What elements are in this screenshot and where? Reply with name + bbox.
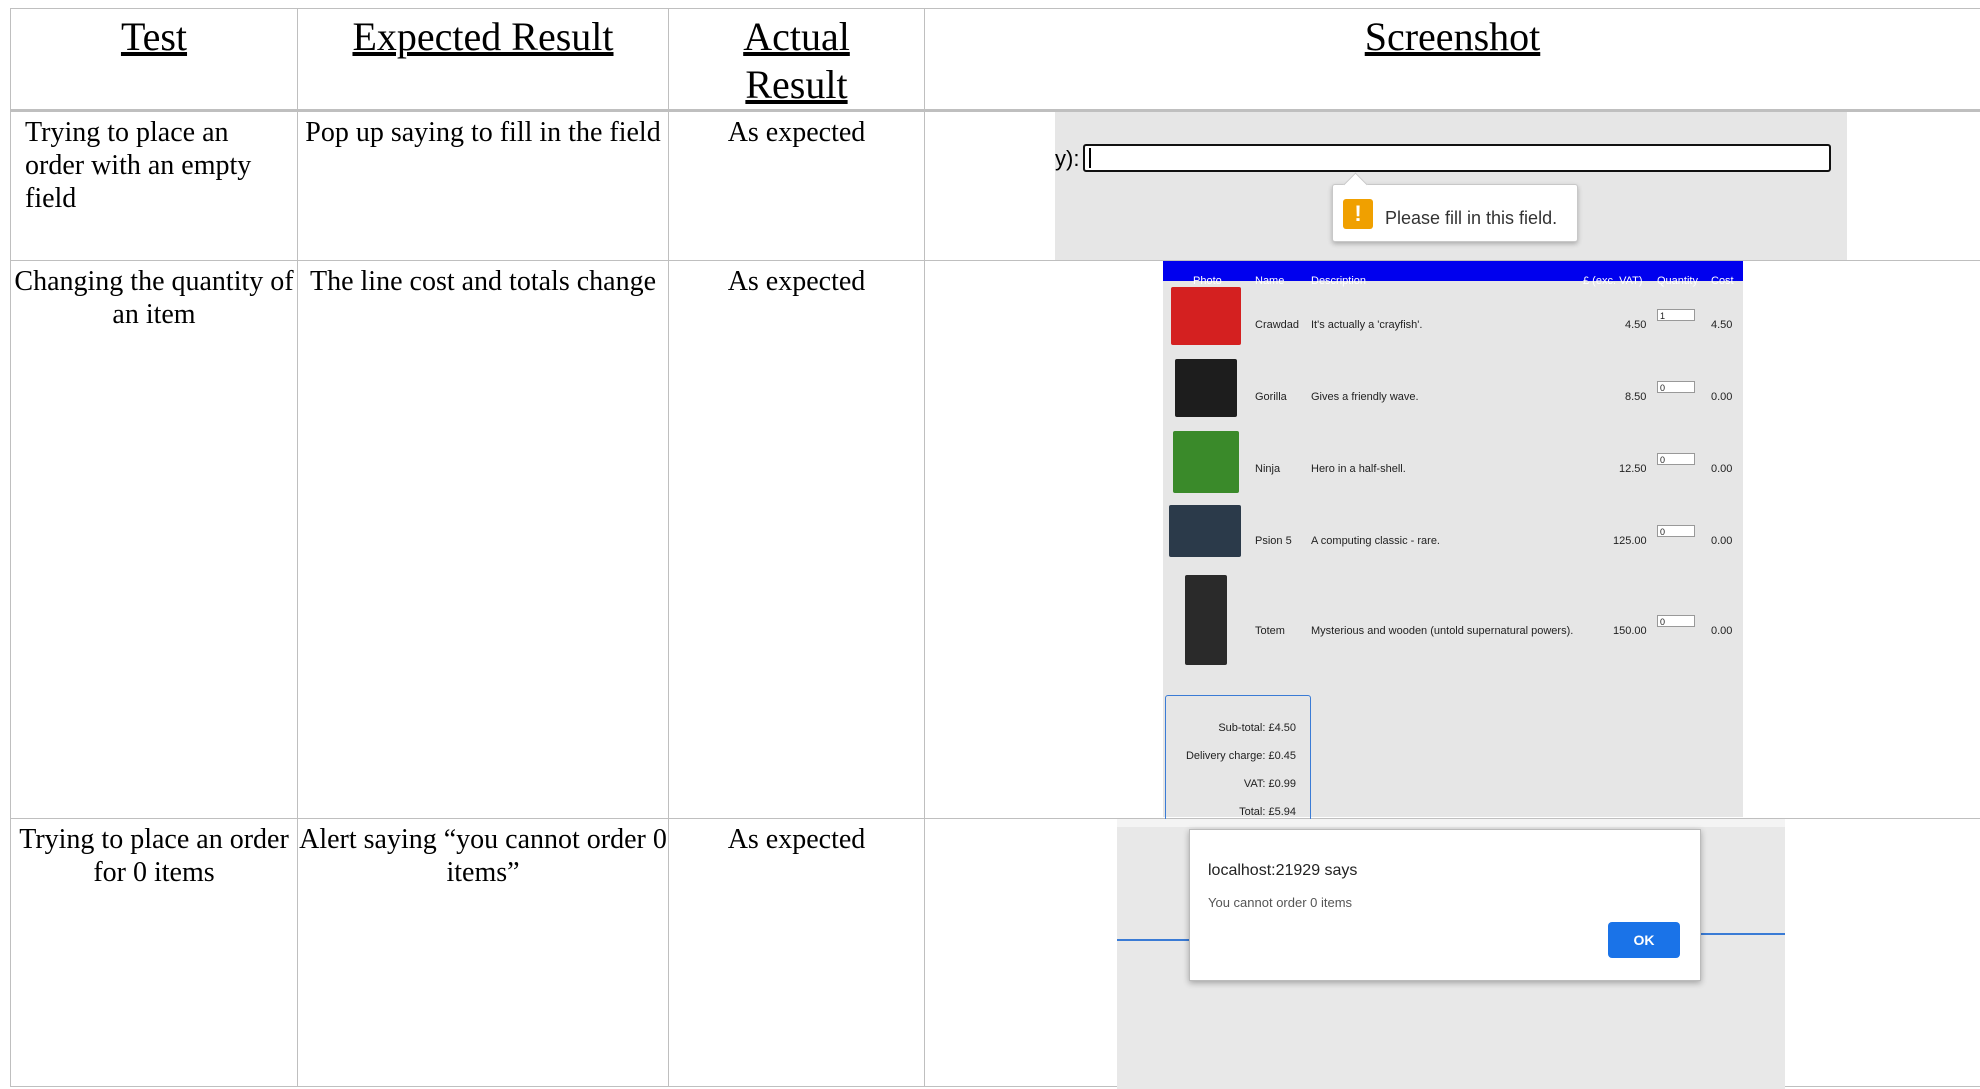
- header-actual-result: Actual Result: [669, 9, 925, 111]
- product-photo: [1169, 505, 1241, 557]
- product-photo: [1185, 575, 1227, 665]
- quantity-input[interactable]: 0: [1657, 381, 1695, 393]
- text-caret: [1089, 148, 1091, 168]
- product-description: A computing classic - rare.: [1311, 525, 1440, 558]
- product-description: Mysterious and wooden (untold supernatur…: [1311, 615, 1573, 648]
- product-cost: 0.00: [1711, 615, 1732, 648]
- product-cost: 4.50: [1711, 309, 1732, 342]
- order-totals: Sub-total: £4.50 Delivery charge: £0.45 …: [1165, 695, 1311, 825]
- header-row: Test Expected Result Actual Result Scree…: [11, 9, 1980, 111]
- header-screenshot: Screenshot: [925, 9, 1980, 111]
- product-row: Totem Mysterious and wooden (untold supe…: [1163, 571, 1743, 671]
- cell-screenshot: Photo Name Description £ (exc. VAT) Quan…: [925, 261, 1980, 819]
- tooltip-arrow: [1343, 172, 1367, 196]
- header-test: Test: [11, 9, 298, 111]
- product-row: Crawdad It's actually a 'crayfish'. 4.50…: [1163, 283, 1743, 343]
- screenshot-product-list: Photo Name Description £ (exc. VAT) Quan…: [1163, 261, 1743, 817]
- warning-icon: !: [1343, 199, 1373, 229]
- cell-test: Changing the quantity of an item: [11, 261, 298, 819]
- test-table: Test Expected Result Actual Result Scree…: [10, 8, 1980, 1087]
- header-expected-result: Expected Result: [298, 9, 669, 111]
- product-row: Ninja Hero in a half-shell. 12.50 0 0.00: [1163, 427, 1743, 487]
- quantity-input[interactable]: 0: [1657, 453, 1695, 465]
- product-name: Ninja: [1255, 453, 1280, 486]
- product-price: 125.00: [1613, 525, 1647, 558]
- product-photo: [1173, 431, 1239, 493]
- cell-test: Trying to place an order for 0 items: [11, 819, 298, 1087]
- header-actual-result-text: Actual Result: [732, 13, 862, 109]
- product-cost: 0.00: [1711, 381, 1732, 414]
- screenshot-empty-field: y): ! Please fill in this field.: [1055, 112, 1847, 260]
- product-description: Gives a friendly wave.: [1311, 381, 1419, 414]
- table-row: Changing the quantity of an item The lin…: [11, 261, 1980, 819]
- product-table-header: Photo Name Description £ (exc. VAT) Quan…: [1163, 261, 1743, 281]
- quantity-input[interactable]: 1: [1657, 309, 1695, 321]
- alert-dialog: localhost:21929 says You cannot order 0 …: [1189, 829, 1701, 981]
- ok-button[interactable]: OK: [1608, 922, 1680, 958]
- page-top-bar: [1117, 819, 1785, 827]
- divider-line: [1117, 939, 1197, 941]
- product-cost: 0.00: [1711, 453, 1732, 486]
- product-description: Hero in a half-shell.: [1311, 453, 1406, 486]
- product-price: 150.00: [1613, 615, 1647, 648]
- dialog-title: localhost:21929 says: [1208, 854, 1357, 887]
- cell-expected: Pop up saying to fill in the field: [298, 111, 669, 261]
- table-row: Trying to place an order for 0 items Ale…: [11, 819, 1980, 1087]
- product-price: 4.50: [1625, 309, 1646, 342]
- product-photo: [1175, 359, 1237, 417]
- product-description: It's actually a 'crayfish'.: [1311, 309, 1422, 342]
- product-cost: 0.00: [1711, 525, 1732, 558]
- product-photo: [1171, 287, 1241, 345]
- product-name: Psion 5: [1255, 525, 1292, 558]
- product-name: Crawdad: [1255, 309, 1299, 342]
- cell-expected: Alert saying “you cannot order 0 items”: [298, 819, 669, 1087]
- cell-test: Trying to place an order with an empty f…: [11, 111, 298, 261]
- divider-line: [1697, 933, 1785, 935]
- tooltip-text: Please fill in this field.: [1385, 202, 1557, 235]
- screenshot-alert: localhost:21929 says You cannot order 0 …: [1117, 819, 1785, 1089]
- product-row: Gorilla Gives a friendly wave. 8.50 0 0.…: [1163, 355, 1743, 415]
- validation-tooltip: ! Please fill in this field.: [1332, 184, 1578, 242]
- product-name: Gorilla: [1255, 381, 1287, 414]
- cell-screenshot: y): ! Please fill in this field.: [925, 111, 1980, 261]
- product-price: 8.50: [1625, 381, 1646, 414]
- field-label: y):: [1055, 142, 1079, 175]
- cell-actual: As expected: [669, 111, 925, 261]
- table-row: Trying to place an order with an empty f…: [11, 111, 1980, 261]
- dialog-message: You cannot order 0 items: [1208, 886, 1352, 919]
- quantity-input[interactable]: 0: [1657, 615, 1695, 627]
- product-price: 12.50: [1619, 453, 1647, 486]
- quantity-input[interactable]: 0: [1657, 525, 1695, 537]
- required-input[interactable]: [1083, 144, 1831, 172]
- cell-actual: As expected: [669, 261, 925, 819]
- product-name: Totem: [1255, 615, 1285, 648]
- cell-actual: As expected: [669, 819, 925, 1087]
- cell-expected: The line cost and totals change: [298, 261, 669, 819]
- product-row: Psion 5 A computing classic - rare. 125.…: [1163, 499, 1743, 559]
- cell-screenshot: localhost:21929 says You cannot order 0 …: [925, 819, 1980, 1087]
